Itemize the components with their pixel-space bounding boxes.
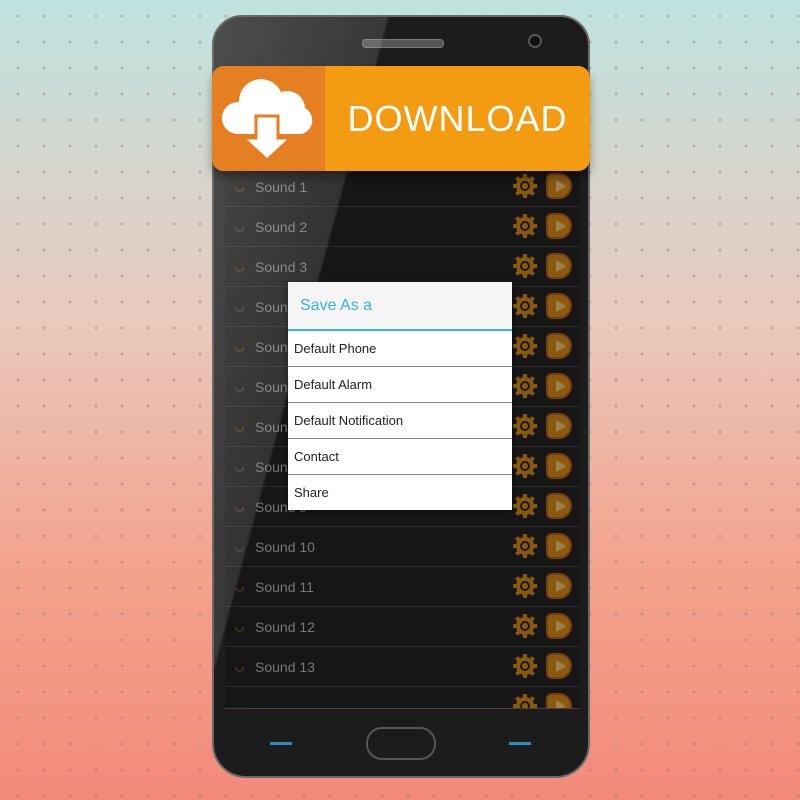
play-button[interactable] — [546, 253, 572, 279]
sound-label: Sound 2 — [255, 218, 308, 235]
play-button[interactable] — [546, 493, 572, 519]
gear-icon[interactable] — [512, 613, 538, 639]
headphones-icon: ◡ — [235, 581, 245, 593]
gear-icon[interactable] — [512, 653, 538, 679]
play-button[interactable] — [546, 173, 572, 199]
gear-icon[interactable] — [512, 333, 538, 359]
play-button[interactable] — [546, 333, 572, 359]
gear-icon[interactable] — [512, 573, 538, 599]
menu-button[interactable] — [509, 742, 531, 745]
play-button[interactable] — [546, 213, 572, 239]
back-button[interactable] — [270, 742, 292, 745]
sound-label: Sound 11 — [255, 578, 314, 595]
play-button[interactable] — [546, 453, 572, 479]
headphones-icon: ◡ — [235, 221, 245, 233]
gear-icon[interactable] — [512, 413, 538, 439]
sound-label: Sound 3 — [255, 258, 308, 275]
dialog-option[interactable]: Default Alarm — [288, 367, 512, 403]
front-camera — [528, 34, 542, 48]
cloud-download-icon — [212, 66, 325, 171]
play-button[interactable] — [546, 413, 572, 439]
headphones-icon: ◡ — [235, 701, 245, 709]
sound-label: Sound 12 — [255, 618, 315, 635]
gear-icon[interactable] — [512, 173, 538, 199]
sound-list-item[interactable]: ◡ Sound 12 — [225, 607, 580, 647]
gear-icon[interactable] — [512, 373, 538, 399]
headphones-icon: ◡ — [235, 341, 245, 353]
sound-list-item[interactable]: ◡ Sound 3 — [225, 247, 580, 287]
sound-label: Sound 1 — [255, 178, 308, 195]
headphones-icon: ◡ — [235, 501, 245, 513]
sound-label: Sound 13 — [255, 658, 315, 675]
headphones-icon: ◡ — [235, 181, 245, 193]
dialog-title: Save As a — [288, 282, 512, 331]
play-button[interactable] — [546, 373, 572, 399]
dialog-option[interactable]: Share — [288, 475, 512, 510]
save-as-dialog: Save As a Default Phone Default Alarm Defa… — [288, 282, 512, 510]
headphones-icon: ◡ — [235, 421, 245, 433]
play-button[interactable] — [546, 653, 572, 679]
sound-list-item[interactable]: ◡ Sound 2 — [225, 207, 580, 247]
headphones-icon: ◡ — [235, 301, 245, 313]
gear-icon[interactable] — [512, 453, 538, 479]
download-banner[interactable]: DOWNLOAD — [212, 66, 590, 171]
download-label: DOWNLOAD — [347, 97, 568, 139]
dialog-option[interactable]: Default Notification — [288, 403, 512, 439]
headphones-icon: ◡ — [235, 461, 245, 473]
headphones-icon: ◡ — [235, 661, 245, 673]
play-button[interactable] — [546, 573, 572, 599]
gear-icon[interactable] — [512, 493, 538, 519]
gear-icon[interactable] — [512, 293, 538, 319]
play-button[interactable] — [546, 613, 572, 639]
play-button[interactable] — [546, 533, 572, 559]
sound-list-item[interactable]: ◡ — [225, 687, 580, 709]
play-button[interactable] — [546, 293, 572, 319]
headphones-icon: ◡ — [235, 621, 245, 633]
gear-icon[interactable] — [512, 213, 538, 239]
speaker-grille — [362, 39, 444, 48]
play-button[interactable] — [546, 693, 572, 708]
dialog-option[interactable]: Default Phone — [288, 331, 512, 367]
gear-icon[interactable] — [512, 533, 538, 559]
sound-label: Sound 10 — [255, 538, 315, 555]
dialog-option[interactable]: Contact — [288, 439, 512, 475]
headphones-icon: ◡ — [235, 381, 245, 393]
gear-icon[interactable] — [512, 253, 538, 279]
sound-list-item[interactable]: ◡ Sound 11 — [225, 567, 580, 607]
sound-list-item[interactable]: ◡ Sound 10 — [225, 527, 580, 567]
home-button[interactable] — [366, 727, 436, 760]
headphones-icon: ◡ — [235, 261, 245, 273]
headphones-icon: ◡ — [235, 541, 245, 553]
gear-icon[interactable] — [512, 693, 538, 708]
sound-list-item[interactable]: ◡ Sound 13 — [225, 647, 580, 687]
sound-list-item[interactable]: ◡ Sound 1 — [225, 167, 580, 207]
